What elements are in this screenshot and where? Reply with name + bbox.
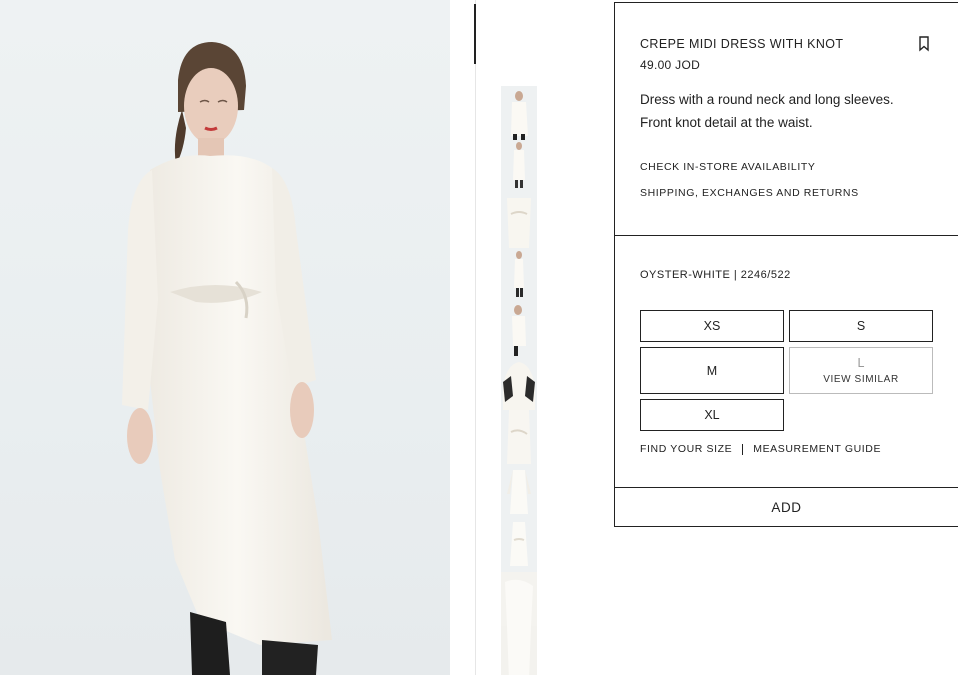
product-price: 49.00 JOD [640, 58, 701, 72]
link-divider [742, 443, 744, 455]
thumbnail-3[interactable] [501, 194, 537, 248]
gallery-scroll-thumb[interactable] [474, 4, 476, 64]
product-photo-illustration [122, 42, 332, 675]
product-main-photo[interactable] [0, 0, 450, 675]
thumbnail-8[interactable] [501, 464, 537, 518]
check-store-availability-link[interactable]: CHECK IN-STORE AVAILABILITY [640, 161, 933, 173]
thumbnail-11[interactable] [501, 626, 537, 675]
thumbnail-6[interactable] [501, 356, 537, 410]
add-to-bag-button[interactable]: ADD [615, 488, 958, 526]
color-reference: OYSTER-WHITE | 2246/522 [640, 269, 791, 281]
view-similar-link[interactable]: VIEW SIMILAR [823, 374, 899, 385]
bookmark-icon[interactable] [918, 36, 930, 52]
product-title: CREPE MIDI DRESS WITH KNOT [640, 37, 844, 51]
thumbnail-1[interactable] [501, 86, 537, 140]
thumbnail-9[interactable] [501, 518, 537, 572]
thumbnail-strip [501, 86, 537, 675]
thumbnail-7[interactable] [501, 410, 537, 464]
find-your-size-link[interactable]: FIND YOUR SIZE [640, 443, 732, 455]
size-option-s[interactable]: S [789, 310, 933, 342]
size-help-links: FIND YOUR SIZE MEASUREMENT GUIDE [640, 443, 881, 455]
description-line-1: Dress with a round neck and long sleeves… [640, 92, 894, 107]
size-option-m[interactable]: M [640, 347, 784, 394]
size-grid: XS S M L VIEW SIMILAR XL [640, 310, 933, 435]
size-label: XS [703, 319, 721, 333]
product-info-panel: CREPE MIDI DRESS WITH KNOT 49.00 JOD Dre… [614, 2, 958, 527]
size-label: L [857, 356, 865, 370]
shipping-returns-link[interactable]: SHIPPING, EXCHANGES AND RETURNS [640, 187, 933, 199]
size-label: S [856, 319, 866, 333]
measurement-guide-link[interactable]: MEASUREMENT GUIDE [753, 443, 881, 455]
size-label: M [706, 363, 718, 378]
size-label: XL [704, 408, 720, 422]
thumbnail-2[interactable] [501, 140, 537, 194]
gallery-scroll-track [475, 0, 476, 675]
size-option-xs[interactable]: XS [640, 310, 784, 342]
add-button-label: ADD [771, 499, 802, 515]
product-description: Dress with a round neck and long sleeves… [640, 88, 930, 134]
thumbnail-10[interactable] [501, 572, 537, 626]
size-option-l-unavailable[interactable]: L VIEW SIMILAR [789, 347, 933, 394]
size-option-xl[interactable]: XL [640, 399, 784, 431]
size-selection-section: OYSTER-WHITE | 2246/522 XS S M L VIEW SI… [615, 236, 958, 488]
description-line-2: Front knot detail at the waist. [640, 115, 813, 130]
thumbnail-5[interactable] [501, 302, 537, 356]
thumbnail-4[interactable] [501, 248, 537, 302]
product-details-section: CREPE MIDI DRESS WITH KNOT 49.00 JOD Dre… [615, 3, 958, 236]
